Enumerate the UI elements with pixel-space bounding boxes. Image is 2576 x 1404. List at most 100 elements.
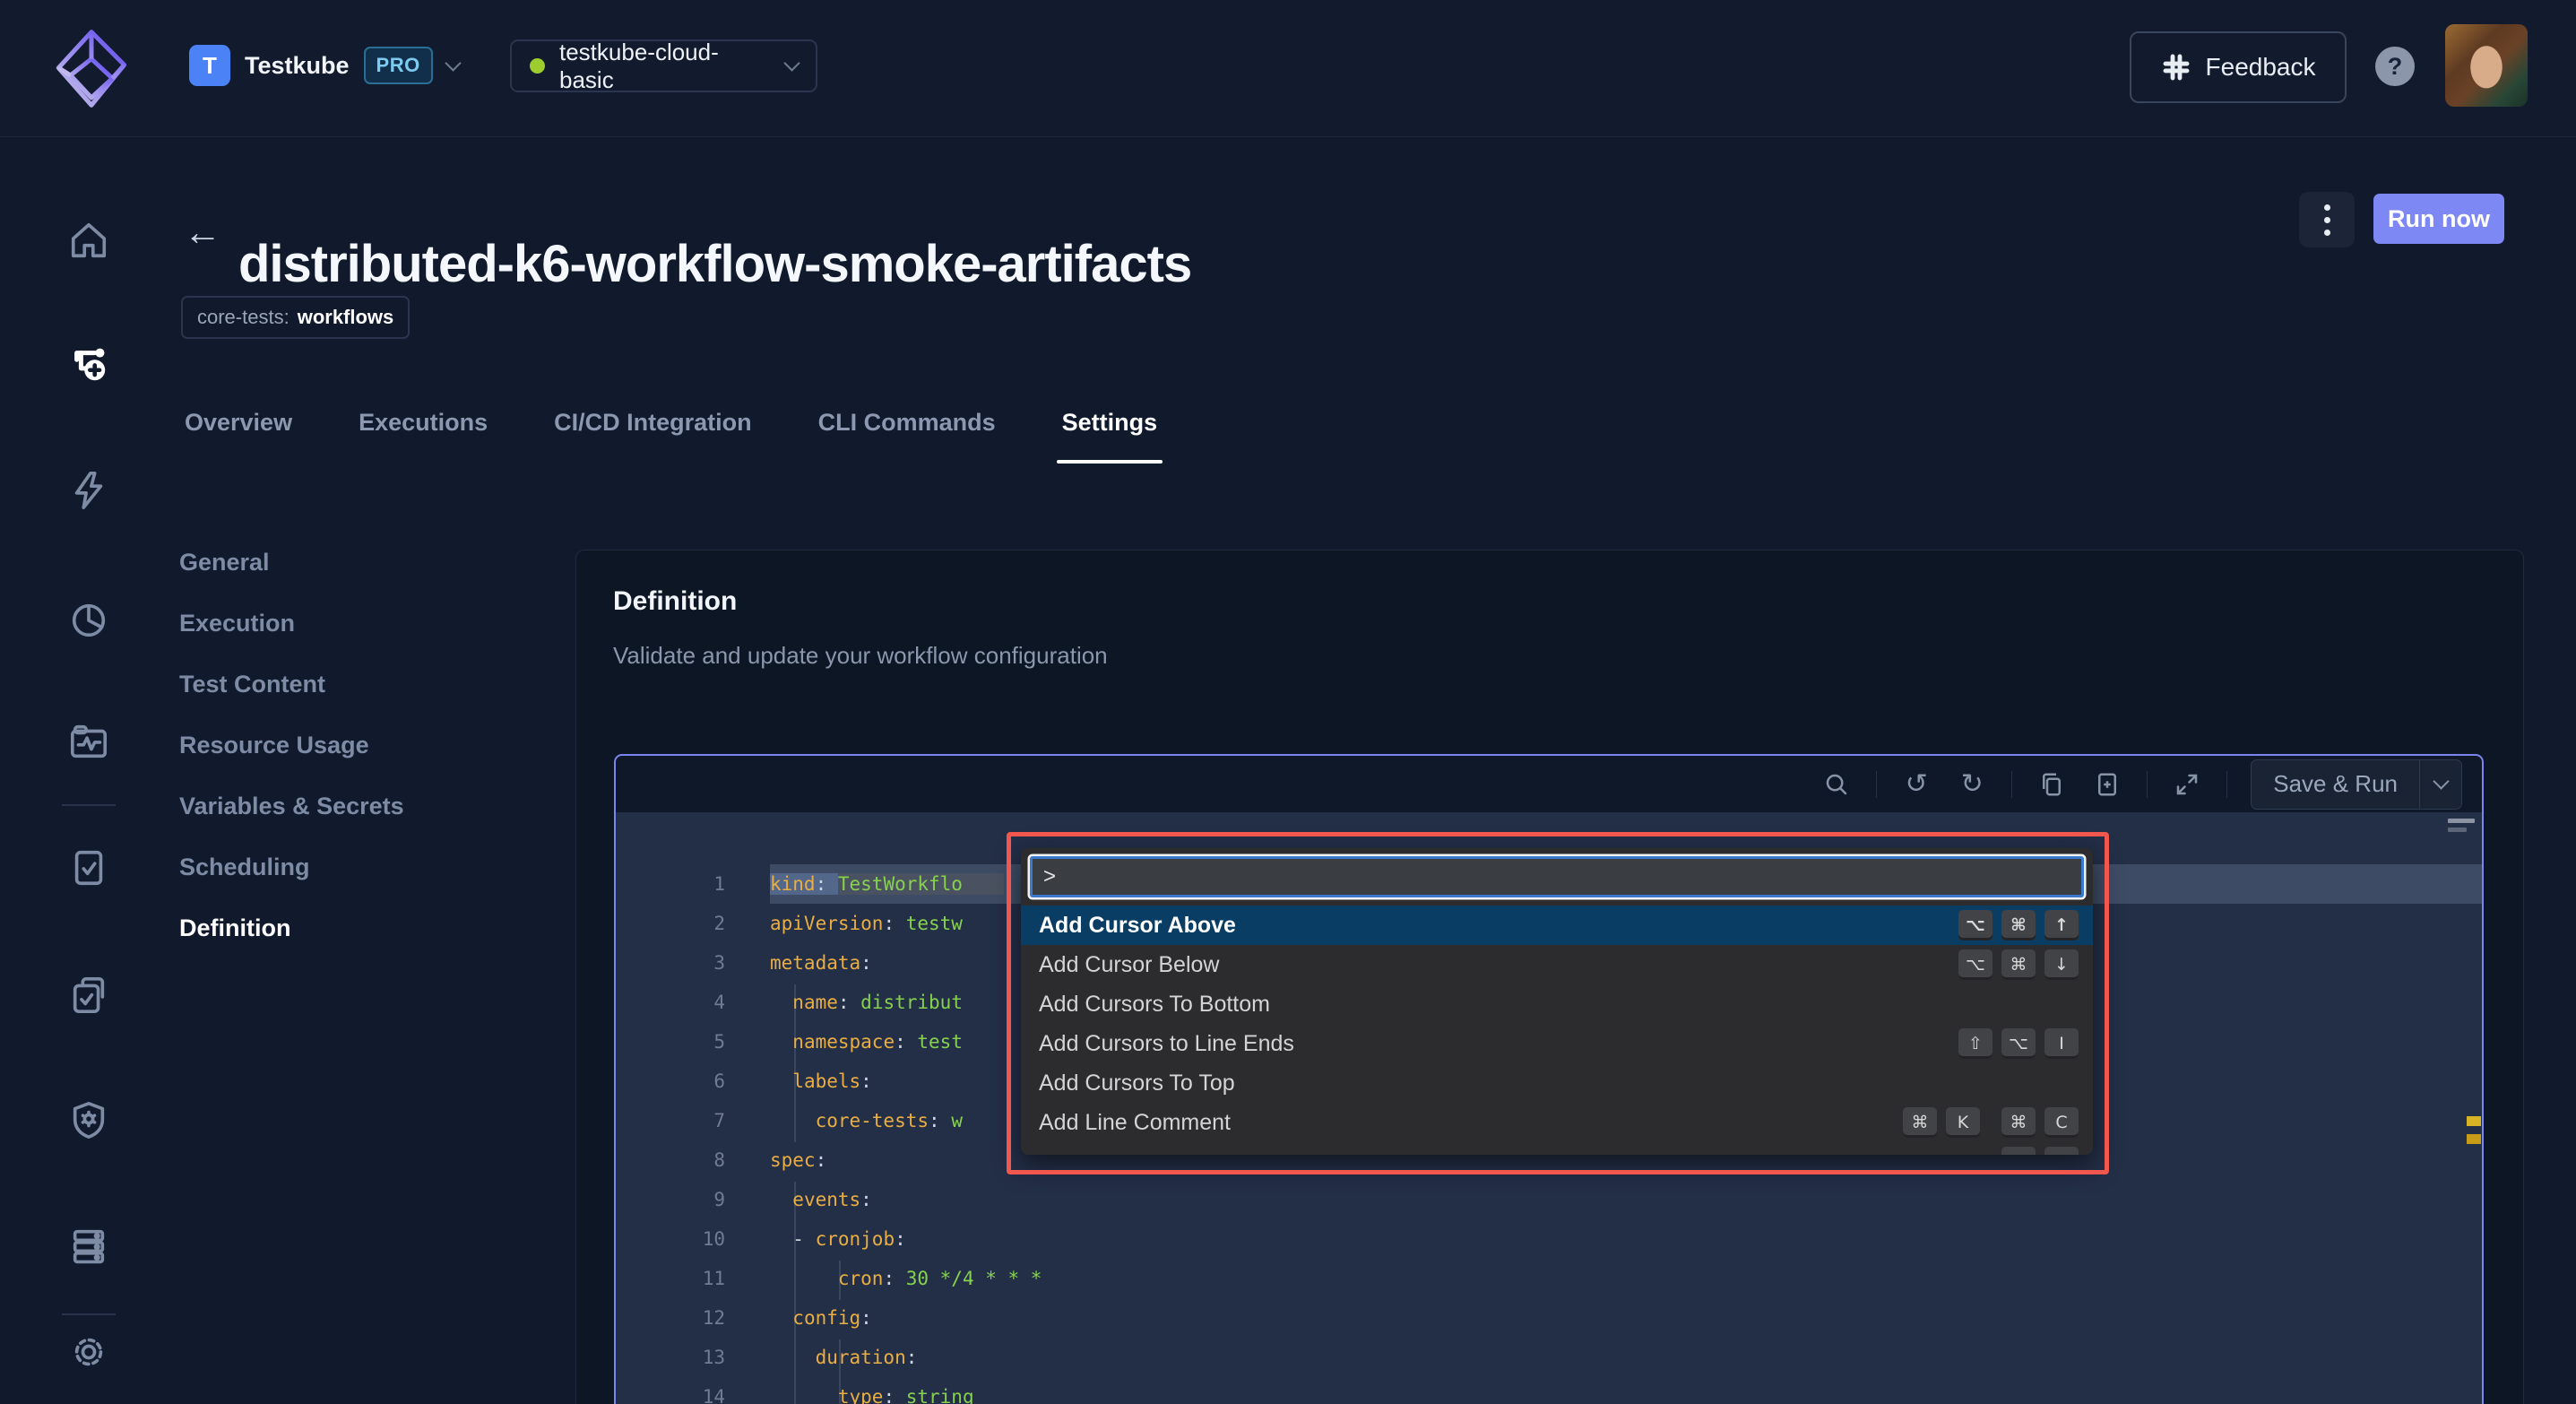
token-ind: [770, 1110, 816, 1131]
env-name: testkube-cloud-basic: [559, 38, 719, 93]
tab-cli-commands[interactable]: CLI Commands: [813, 408, 1001, 464]
line-number: 9: [713, 1189, 725, 1210]
tab-executions[interactable]: Executions: [353, 408, 493, 464]
token-ind: [770, 1031, 792, 1053]
token-pun: :: [895, 1031, 918, 1053]
line-number: 14: [702, 1386, 725, 1404]
sidebar-item-document-check-icon[interactable]: [67, 846, 110, 889]
sidebar-item-server-stack-icon[interactable]: [67, 1225, 110, 1268]
code-line-10[interactable]: 10 - cronjob:: [616, 1219, 2482, 1259]
token-pun: :: [883, 1268, 906, 1289]
more-options-button[interactable]: [2299, 192, 2355, 247]
app-root: T Testkube PRO testkube-cloud-basic Feed…: [0, 0, 2576, 1404]
document-check-icon: [74, 850, 103, 886]
sidebar-item-shield-gear-icon[interactable]: [67, 1098, 110, 1141]
keycap: ⌥: [2001, 1028, 2036, 1059]
card-subtitle: Validate and update your workflow config…: [613, 642, 1108, 669]
new-document-icon[interactable]: [2091, 768, 2123, 801]
line-number: 2: [713, 913, 725, 934]
label-badge[interactable]: core-tests: workflows: [181, 296, 411, 339]
search-icon[interactable]: [1820, 768, 1853, 801]
token-pun: :: [860, 1070, 872, 1092]
palette-item-add-cursors-to-line-ends[interactable]: Add Cursors to Line Ends ⇧ ⌥ I: [1021, 1024, 2093, 1063]
command-palette-input[interactable]: >: [1030, 856, 2084, 897]
code-line-14[interactable]: 14 type: string: [616, 1377, 2482, 1404]
settings-nav-execution[interactable]: Execution: [179, 610, 404, 637]
help-icon[interactable]: ?: [2375, 47, 2415, 86]
sidebar-item-gear-icon[interactable]: [67, 1330, 110, 1374]
token-pun: :: [895, 1228, 906, 1250]
keycap: ↑: [2044, 910, 2079, 940]
user-avatar[interactable]: [2445, 24, 2528, 107]
sidebar-nav: [0, 136, 177, 1404]
token-key: type: [837, 1386, 884, 1404]
chevron-down-icon: [783, 55, 800, 72]
undo-icon[interactable]: ↺: [1900, 768, 1932, 801]
run-now-button[interactable]: Run now: [2373, 194, 2504, 244]
code-line-12[interactable]: 12 config:: [616, 1298, 2482, 1338]
token-key: apiVersion: [770, 913, 884, 934]
sidebar-item-lightning-icon[interactable]: [67, 469, 110, 512]
feedback-button[interactable]: Feedback: [2130, 31, 2347, 103]
keycap: I: [2044, 1028, 2079, 1059]
editor-toolbar: ↺ ↻ Save & Run: [616, 756, 2482, 812]
sidebar-item-test-workflows-add-icon[interactable]: [67, 343, 110, 386]
label-name: workflows: [297, 306, 394, 328]
token-key: name: [792, 992, 838, 1013]
token-pun: :: [837, 992, 861, 1013]
plan-badge: PRO: [363, 47, 433, 84]
settings-nav-test-content[interactable]: Test Content: [179, 671, 404, 698]
palette-item-label: Add Cursor Below: [1039, 951, 1220, 977]
keycap: [2001, 1147, 2036, 1155]
pie-chart-icon: [72, 603, 106, 637]
token-key: events: [792, 1189, 861, 1210]
token-key: duration: [815, 1347, 906, 1368]
settings-nav-resource-usage[interactable]: Resource Usage: [179, 732, 404, 759]
line-number: 13: [702, 1347, 725, 1368]
minimap[interactable]: [2448, 819, 2475, 836]
copy-icon[interactable]: [2036, 768, 2068, 801]
palette-item-add-cursors-to-top[interactable]: Add Cursors To Top: [1021, 1063, 2093, 1103]
save-and-run-dropdown[interactable]: [2419, 759, 2461, 809]
sidebar-item-home-icon[interactable]: [67, 219, 110, 262]
org-switcher[interactable]: T Testkube PRO: [189, 45, 462, 86]
sidebar-item-monitor-pulse-icon[interactable]: [67, 720, 110, 763]
slack-icon: [2161, 52, 2191, 82]
redo-icon[interactable]: ↻: [1956, 768, 1988, 801]
back-button[interactable]: ←: [184, 213, 221, 251]
token-ind: [770, 1228, 792, 1250]
code-line-13[interactable]: 13 duration:: [616, 1338, 2482, 1377]
code-line-11[interactable]: 11 cron: 30 */4 * * *: [616, 1259, 2482, 1298]
palette-item-add-cursor-below[interactable]: Add Cursor Below ⌥ ⌘ ↓: [1021, 945, 2093, 984]
label-scope: core-tests:: [197, 306, 290, 328]
token-pun: :: [860, 1307, 872, 1329]
keycap: [2044, 1147, 2079, 1155]
token-val: TestWorkflo: [837, 873, 1004, 895]
palette-item-add-line-comment[interactable]: Add Line Comment ⌘ K ⌘ C: [1021, 1103, 2093, 1142]
environment-selector[interactable]: testkube-cloud-basic: [510, 38, 817, 93]
tab-overview[interactable]: Overview: [179, 408, 298, 464]
sidebar-item-documents-check-icon[interactable]: [67, 974, 110, 1017]
settings-nav-definition[interactable]: Definition: [179, 914, 404, 942]
fullscreen-icon[interactable]: [2171, 768, 2203, 801]
testkube-logo-icon[interactable]: [47, 18, 136, 115]
settings-nav-scheduling[interactable]: Scheduling: [179, 854, 404, 881]
line-content: duration:: [770, 1338, 2482, 1377]
sidebar-item-pie-chart-icon[interactable]: [67, 598, 110, 641]
token-pun: :: [815, 873, 838, 895]
keycap: ⌥: [1958, 910, 1993, 940]
settings-nav-general[interactable]: General: [179, 549, 404, 576]
palette-item-add-cursors-to-bottom[interactable]: Add Cursors To Bottom: [1021, 984, 2093, 1024]
documents-check-icon: [73, 976, 105, 1014]
settings-nav-variables-secrets[interactable]: Variables & Secrets: [179, 793, 404, 820]
palette-item-add-cursor-above[interactable]: Add Cursor Above ⌥ ⌘ ↑: [1021, 906, 2093, 945]
keycap: ⌘: [1903, 1107, 1937, 1138]
save-and-run-button[interactable]: Save & Run: [2251, 758, 2462, 810]
page-title: distributed-k6-workflow-smoke-artifacts: [238, 234, 1192, 293]
code-line-9[interactable]: 9 events:: [616, 1180, 2482, 1219]
keycap: ↓: [2044, 949, 2079, 980]
token-ind: [770, 1307, 792, 1329]
tab-settings[interactable]: Settings: [1056, 408, 1163, 464]
tab-ci-cd-integration[interactable]: CI/CD Integration: [549, 408, 757, 464]
org-name: Testkube: [245, 51, 350, 79]
